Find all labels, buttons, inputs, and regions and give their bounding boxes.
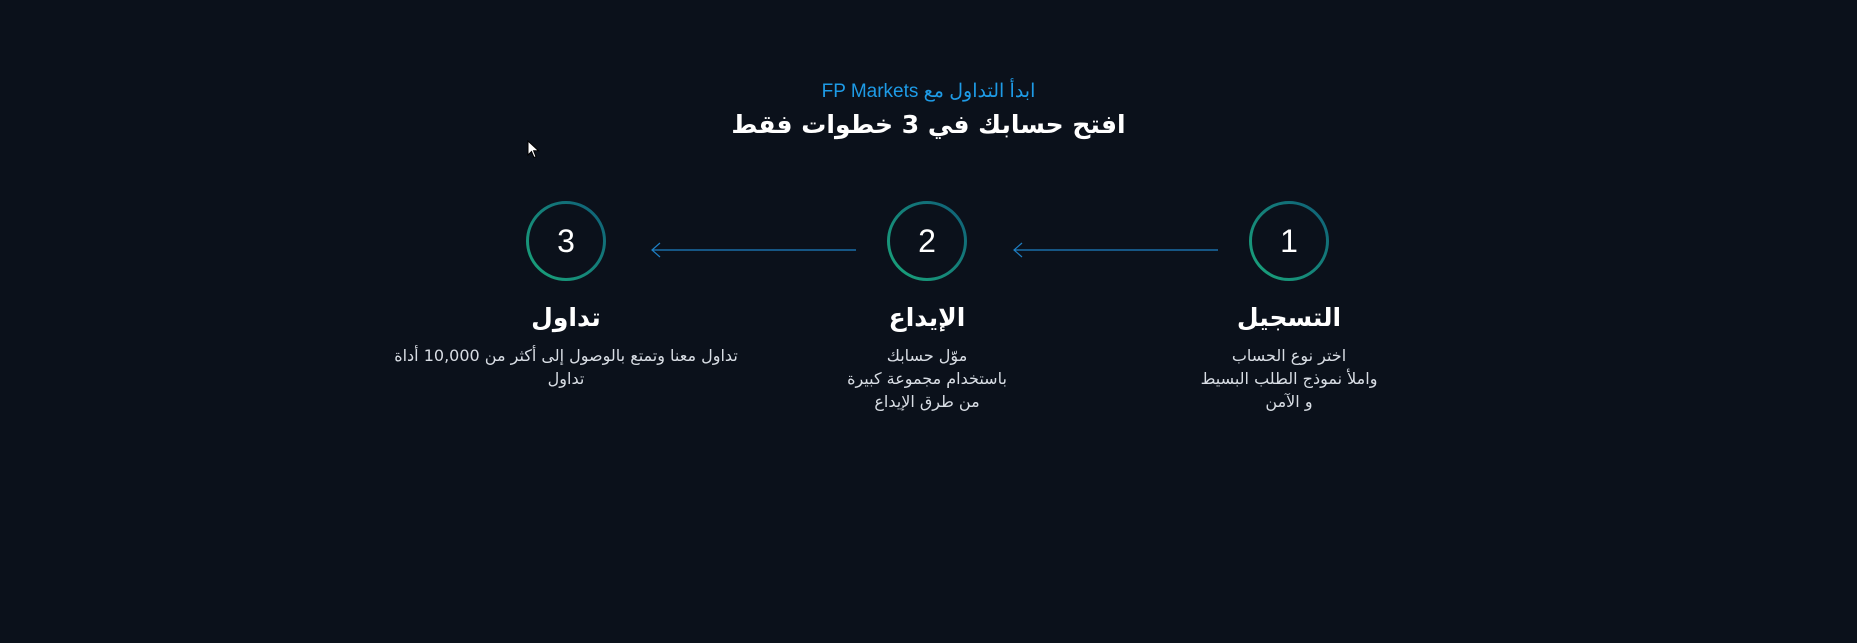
step-1-description: اختر نوع الحساب واملأ نموذج الطلب البسيط… (1200, 346, 1378, 411)
step-1-title: التسجيل (1236, 303, 1342, 332)
step-2-number: 2 (918, 223, 936, 259)
mouse-cursor-icon (527, 140, 540, 159)
step-2-circle: 2 (887, 201, 967, 281)
step-1-number: 1 (1280, 223, 1298, 259)
step-2-description: موّل حسابك باستخدام مجموعة كبيرة من طرق … (847, 346, 1007, 411)
step-2-title: الإيداع (888, 303, 966, 332)
arrow-left-icon (651, 242, 856, 258)
step-1-circle: 1 (1249, 201, 1329, 281)
step-3-number: 3 (557, 223, 575, 259)
step-3-title: تداول (531, 303, 601, 332)
section-eyebrow: ابدأ التداول مع FP Markets (821, 81, 1036, 102)
arrow-left-icon (1013, 242, 1218, 258)
section-title: افتح حسابك في 3 خطوات فقط (731, 110, 1126, 139)
step-3-circle: 3 (526, 201, 606, 281)
step-3-description: تداول معنا وتمتع بالوصول إلى أكثر من 10,… (394, 346, 738, 388)
